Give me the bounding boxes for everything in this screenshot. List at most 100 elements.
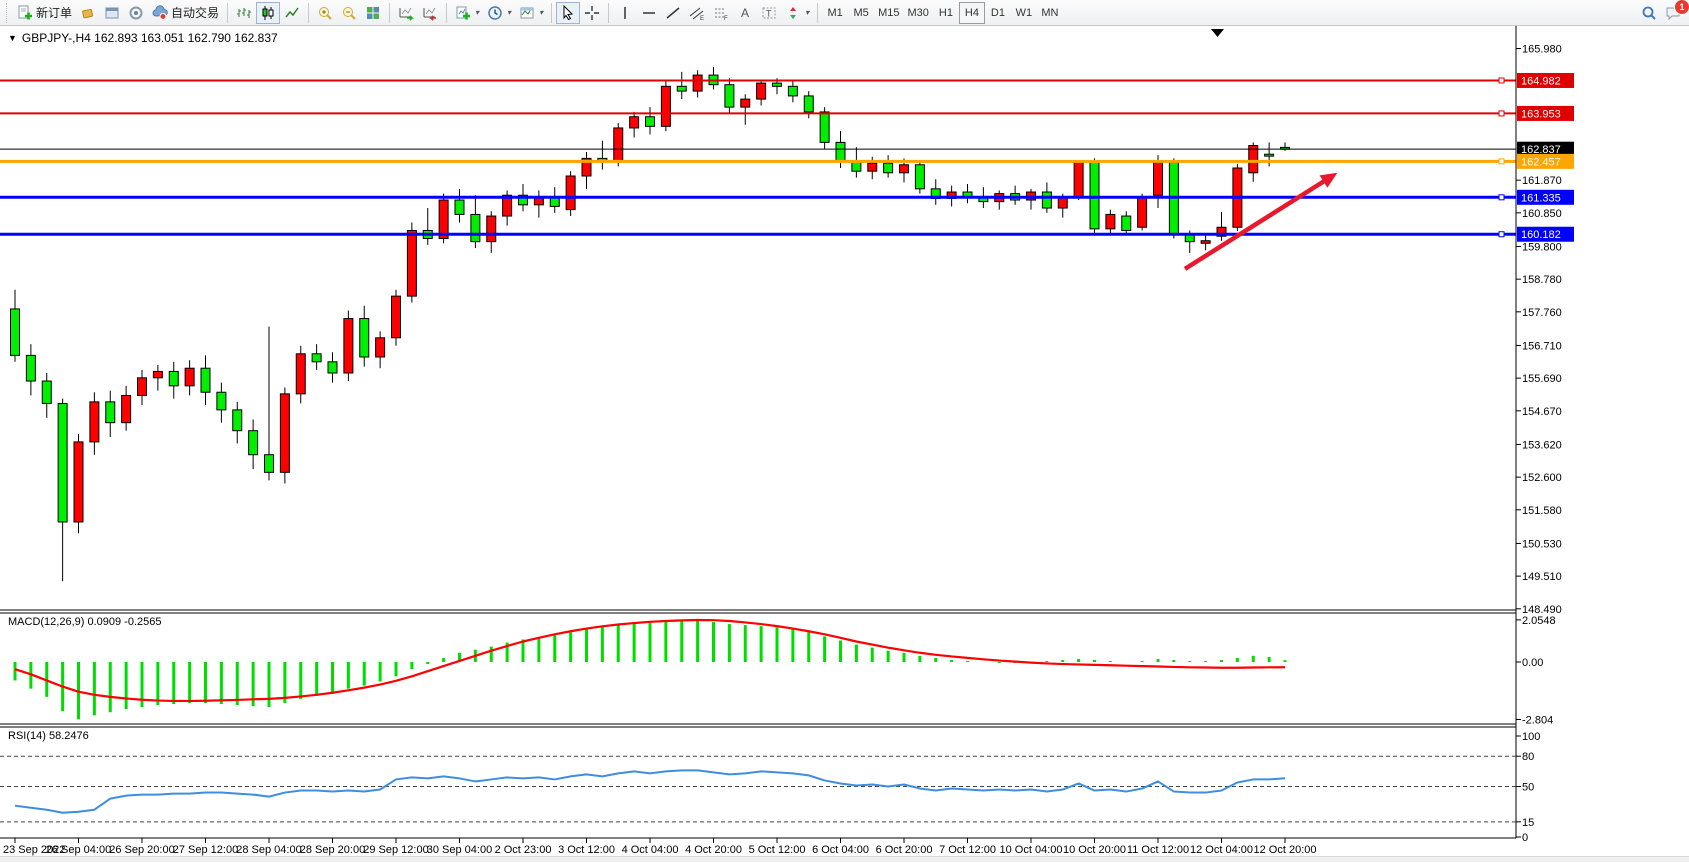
new-order-button[interactable]: 新订单 (13, 2, 76, 24)
svg-text:A: A (741, 6, 749, 20)
dropdown-caret[interactable]: ▾ (475, 8, 479, 17)
time-axis-label[interactable]: 28 Sep 20:00 (300, 844, 365, 856)
level-line-handle[interactable] (1499, 78, 1504, 83)
timeframe-d1[interactable]: D1 (985, 2, 1011, 24)
chart-shift-button[interactable] (418, 2, 442, 24)
candle-body (312, 354, 321, 362)
time-axis-label[interactable]: 28 Sep 04:00 (236, 844, 301, 856)
candle-body (74, 442, 83, 522)
chart-canvas[interactable]: 165.980161.870160.850159.800158.780157.7… (0, 26, 1689, 862)
auto-scroll-button[interactable] (394, 2, 418, 24)
indicators-button[interactable]: ▾ (451, 2, 483, 24)
time-axis-label[interactable]: 2 Oct 23:00 (495, 844, 552, 856)
dropdown-caret[interactable]: ▾ (805, 8, 809, 17)
time-axis-label[interactable]: 10 Oct 04:00 (1000, 844, 1063, 856)
candle-body (328, 362, 337, 373)
horizontal-line-tool[interactable] (637, 2, 661, 24)
time-axis-label[interactable]: 4 Oct 20:00 (685, 844, 742, 856)
timeframe-m15[interactable]: M15 (874, 2, 903, 24)
terminal-window-button[interactable] (100, 2, 124, 24)
level-line-handle[interactable] (1499, 159, 1504, 164)
time-axis-label[interactable]: 6 Oct 04:00 (812, 844, 869, 856)
auto-scroll-icon (398, 5, 414, 21)
zoom-in-button[interactable] (313, 2, 337, 24)
candle-body (693, 75, 702, 91)
timeframe-h1[interactable]: H1 (933, 2, 959, 24)
line-chart-button[interactable] (280, 2, 304, 24)
toolbar-grip[interactable] (6, 3, 11, 23)
search-button[interactable] (1637, 2, 1661, 24)
channel-tool[interactable]: E (685, 2, 709, 24)
window-bottom-edge (0, 856, 1689, 862)
dropdown-caret[interactable]: ▾ (507, 8, 511, 17)
indicators-icon (455, 5, 471, 21)
candle-body (169, 371, 178, 385)
time-axis-label[interactable]: 26 Sep 20:00 (109, 844, 174, 856)
time-axis-label[interactable]: 10 Oct 20:00 (1063, 844, 1126, 856)
candlestick-chart-button[interactable] (256, 2, 280, 24)
timeframe-w1[interactable]: W1 (1011, 2, 1037, 24)
candle-body (773, 83, 782, 86)
time-axis-label[interactable]: 11 Oct 12:00 (1127, 844, 1189, 856)
candle-body (836, 142, 845, 161)
market-depth-button[interactable] (76, 2, 100, 24)
tile-windows-button[interactable] (361, 2, 385, 24)
auto-trading-button[interactable]: 自动交易 (148, 2, 223, 24)
time-axis-label[interactable]: 7 Oct 12:00 (939, 844, 996, 856)
timeframe-m1[interactable]: M1 (822, 2, 848, 24)
candle-body (360, 319, 369, 357)
time-axis-label[interactable]: 30 Sep 04:00 (427, 844, 492, 856)
fibonacci-tool[interactable]: F (709, 2, 733, 24)
periods-button[interactable]: ▾ (483, 2, 515, 24)
time-axis-label[interactable]: 6 Oct 20:00 (876, 844, 933, 856)
time-axis-label[interactable]: 26 Sep 04:00 (46, 844, 111, 856)
trend-arrow-line[interactable] (1185, 180, 1326, 269)
signals-icon (128, 5, 144, 21)
price-axis-label: 150.530 (1522, 538, 1562, 550)
time-axis-label[interactable]: 12 Oct 20:00 (1254, 844, 1317, 856)
level-line-handle[interactable] (1499, 232, 1504, 237)
chart-title[interactable]: ▼ GBPJPY-,H4 162.893 163.051 162.790 162… (8, 31, 278, 45)
candle-body (1074, 162, 1083, 197)
level-line-handle[interactable] (1499, 195, 1504, 200)
candle-body (455, 200, 464, 214)
time-axis-label[interactable]: 12 Oct 04:00 (1190, 844, 1253, 856)
price-axis-label: 155.690 (1522, 373, 1562, 385)
templates-button[interactable]: ▾ (515, 2, 547, 24)
chart-shift-marker[interactable] (1211, 29, 1224, 37)
candle-body (1106, 214, 1115, 228)
candle-body (233, 410, 242, 431)
time-axis-label[interactable]: 3 Oct 12:00 (558, 844, 615, 856)
text-label-tool[interactable]: T (757, 2, 781, 24)
arrows-tool[interactable]: ▾ (781, 2, 813, 24)
timeframe-m5[interactable]: M5 (848, 2, 874, 24)
timeframe-mn[interactable]: MN (1037, 2, 1063, 24)
clock-icon (487, 5, 503, 21)
timeframe-m30[interactable]: M30 (904, 2, 933, 24)
rsi-axis-label: 100 (1522, 731, 1540, 743)
level-line-handle[interactable] (1499, 111, 1504, 116)
timeframe-h4[interactable]: H4 (959, 2, 985, 24)
vertical-line-tool[interactable] (613, 2, 637, 24)
time-axis-label[interactable]: 4 Oct 04:00 (622, 844, 679, 856)
dropdown-caret[interactable]: ▾ (539, 8, 543, 17)
crosshair-tool-button[interactable] (580, 2, 604, 24)
price-axis-label: 152.600 (1522, 472, 1562, 484)
price-badge-label: 162.457 (1521, 156, 1561, 168)
bar-chart-button[interactable] (232, 2, 256, 24)
candle-body (11, 309, 20, 355)
time-axis-label[interactable]: 5 Oct 12:00 (749, 844, 806, 856)
time-axis-label[interactable]: 27 Sep 12:00 (173, 844, 238, 856)
candle-body (1201, 241, 1210, 244)
candle-body (884, 163, 893, 173)
text-tool[interactable]: A (733, 2, 757, 24)
candle-body (106, 402, 115, 423)
signals-button[interactable] (124, 2, 148, 24)
chart-collapse-icon[interactable]: ▼ (8, 33, 17, 43)
zoom-out-button[interactable] (337, 2, 361, 24)
toolbar-separator (227, 3, 228, 23)
cursor-tool-button[interactable] (556, 2, 580, 24)
trendline-tool[interactable] (661, 2, 685, 24)
time-axis-label[interactable]: 29 Sep 12:00 (363, 844, 428, 856)
notification-badge[interactable]: 1 (1674, 0, 1689, 15)
